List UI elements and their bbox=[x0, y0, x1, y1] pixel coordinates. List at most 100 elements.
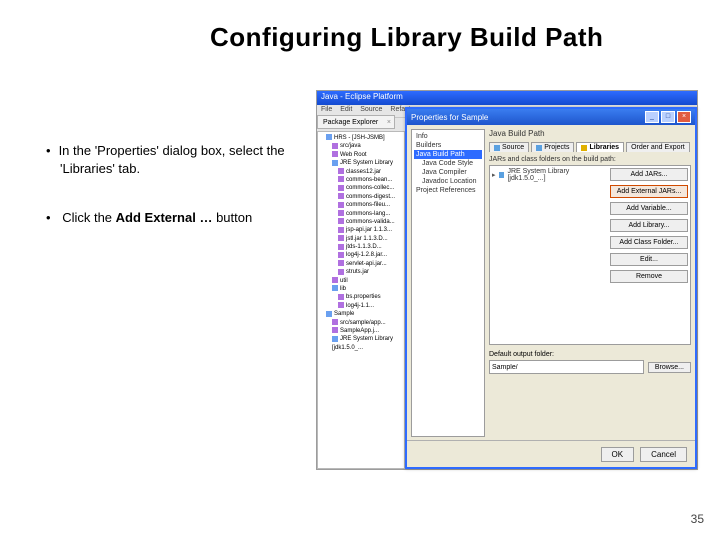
file-icon bbox=[338, 252, 344, 258]
folder-icon bbox=[332, 285, 338, 291]
cat-compiler[interactable]: Java Compiler bbox=[414, 168, 482, 177]
tree-item[interactable]: commons-fileu... bbox=[322, 201, 402, 209]
libraries-label: JARs and class folders on the build path… bbox=[489, 156, 691, 163]
tree-item[interactable]: jstl.jar 1.1.3.D... bbox=[322, 235, 402, 243]
file-icon bbox=[338, 168, 344, 174]
slide-title: Configuring Library Build Path bbox=[210, 22, 603, 53]
default-output-input[interactable] bbox=[489, 360, 644, 374]
file-icon bbox=[332, 277, 338, 283]
projects-icon bbox=[536, 145, 542, 151]
dialog-footer: OK Cancel bbox=[407, 440, 695, 467]
dialog-title: Properties for Sample bbox=[411, 113, 488, 122]
bullet-2: Click the Add External … button bbox=[60, 209, 320, 227]
tree-item[interactable]: commons-lang... bbox=[322, 210, 402, 218]
cancel-button[interactable]: Cancel bbox=[640, 447, 687, 462]
tree-item[interactable]: struts.jar bbox=[322, 268, 402, 276]
default-output-label: Default output folder: bbox=[489, 351, 691, 358]
maximize-button[interactable]: □ bbox=[661, 111, 675, 123]
tree-item[interactable]: bs.properties bbox=[322, 293, 402, 301]
menu-file[interactable]: File bbox=[321, 106, 332, 113]
file-icon bbox=[338, 202, 344, 208]
package-explorer-tab[interactable]: Package Explorer × bbox=[317, 115, 395, 129]
eclipse-title-bar: Java - Eclipse Platform bbox=[317, 91, 697, 105]
properties-dialog: Properties for Sample _ □ × Info Builder… bbox=[405, 107, 697, 469]
tree-item[interactable]: commons-collec... bbox=[322, 184, 402, 192]
close-button[interactable]: × bbox=[677, 111, 691, 123]
tree-item[interactable]: jtds-1.1.3.D... bbox=[322, 243, 402, 251]
folder-icon bbox=[332, 336, 338, 342]
ok-button[interactable]: OK bbox=[601, 447, 635, 462]
dialog-title-bar[interactable]: Properties for Sample _ □ × bbox=[407, 109, 695, 125]
properties-categories[interactable]: Info Builders Java Build Path Java Code … bbox=[411, 129, 485, 437]
library-buttons: Add JARs... Add External JARs... Add Var… bbox=[610, 168, 688, 283]
add-variable-button[interactable]: Add Variable... bbox=[610, 202, 688, 215]
minimize-button[interactable]: _ bbox=[645, 111, 659, 123]
add-jars-button[interactable]: Add JARs... bbox=[610, 168, 688, 181]
tree-item[interactable]: commons-bean... bbox=[322, 176, 402, 184]
tab-order[interactable]: Order and Export bbox=[626, 142, 690, 152]
page-number: 35 bbox=[691, 512, 704, 526]
cat-proj-refs[interactable]: Project References bbox=[414, 186, 482, 195]
tree-item[interactable]: HRS - [JSH-JSMB] bbox=[322, 134, 402, 142]
jre-library-entry[interactable]: ▸ JRE System Library [jdk1.5.0_...] bbox=[492, 168, 608, 182]
file-icon bbox=[338, 218, 344, 224]
tree-item[interactable]: servlet-api.jar... bbox=[322, 260, 402, 268]
tab-source[interactable]: Source bbox=[489, 142, 529, 152]
remove-button[interactable]: Remove bbox=[610, 270, 688, 283]
tree-item[interactable]: classes12.jar bbox=[322, 168, 402, 176]
package-explorer-tree[interactable]: HRS - [JSH-JSMB]src/javaWeb RootJRE Syst… bbox=[317, 131, 405, 469]
menu-source[interactable]: Source bbox=[360, 106, 382, 113]
folder-icon bbox=[332, 160, 338, 166]
tree-item[interactable]: Web Root bbox=[322, 151, 402, 159]
tree-item[interactable]: log4j-1.2.8.jar... bbox=[322, 251, 402, 259]
tree-item[interactable]: src/java bbox=[322, 142, 402, 150]
add-library-button[interactable]: Add Library... bbox=[610, 219, 688, 232]
tab-projects[interactable]: Projects bbox=[531, 142, 574, 152]
bullet-list: In the 'Properties' dialog box, select t… bbox=[60, 142, 338, 259]
bullet-1: In the 'Properties' dialog box, select t… bbox=[60, 142, 320, 177]
folder-icon bbox=[326, 134, 332, 140]
cat-info[interactable]: Info bbox=[414, 132, 482, 141]
folder-icon bbox=[326, 311, 332, 317]
file-icon bbox=[338, 185, 344, 191]
cat-javadoc[interactable]: Javadoc Location bbox=[414, 177, 482, 186]
close-icon[interactable]: × bbox=[387, 119, 391, 126]
file-icon bbox=[338, 227, 344, 233]
cat-build-path[interactable]: Java Build Path bbox=[414, 150, 482, 159]
add-class-folder-button[interactable]: Add Class Folder... bbox=[610, 236, 688, 249]
file-icon bbox=[332, 327, 338, 333]
browse-button[interactable]: Browse... bbox=[648, 362, 691, 373]
libraries-list[interactable]: ▸ JRE System Library [jdk1.5.0_...] bbox=[492, 168, 608, 342]
tree-item[interactable]: lib bbox=[322, 285, 402, 293]
expand-icon[interactable]: ▸ bbox=[492, 171, 496, 179]
file-icon bbox=[332, 151, 338, 157]
tree-item[interactable]: util bbox=[322, 277, 402, 285]
add-external-jars-button[interactable]: Add External JARs... bbox=[610, 185, 688, 198]
tree-item[interactable]: Sample bbox=[322, 310, 402, 318]
tree-item[interactable]: log4j-1.1... bbox=[322, 302, 402, 310]
file-icon bbox=[338, 302, 344, 308]
tree-item[interactable]: JRE System Library [jdk1.5.0_... bbox=[322, 335, 402, 352]
screenshot-frame: Java - Eclipse Platform File Edit Source… bbox=[316, 90, 698, 470]
tree-item[interactable]: SampleApp.j... bbox=[322, 327, 402, 335]
file-icon bbox=[332, 143, 338, 149]
file-icon bbox=[338, 269, 344, 275]
tree-item[interactable]: jsp-api.jar 1.1.3... bbox=[322, 226, 402, 234]
build-path-tabs: Source Projects Libraries Order and Expo… bbox=[489, 142, 691, 152]
file-icon bbox=[338, 235, 344, 241]
tree-item[interactable]: src/sample/app... bbox=[322, 319, 402, 327]
tree-item[interactable]: JRE System Library bbox=[322, 159, 402, 167]
edit-button[interactable]: Edit... bbox=[610, 253, 688, 266]
tree-item[interactable]: commons-digest... bbox=[322, 193, 402, 201]
libraries-icon bbox=[581, 145, 587, 151]
cat-code-style[interactable]: Java Code Style bbox=[414, 159, 482, 168]
file-icon bbox=[338, 210, 344, 216]
file-icon bbox=[338, 260, 344, 266]
tab-libraries[interactable]: Libraries bbox=[576, 142, 624, 152]
file-icon bbox=[338, 193, 344, 199]
menu-edit[interactable]: Edit bbox=[340, 106, 352, 113]
tree-item[interactable]: commons-valida... bbox=[322, 218, 402, 226]
file-icon bbox=[338, 244, 344, 250]
cat-builders[interactable]: Builders bbox=[414, 141, 482, 150]
source-icon bbox=[494, 145, 500, 151]
